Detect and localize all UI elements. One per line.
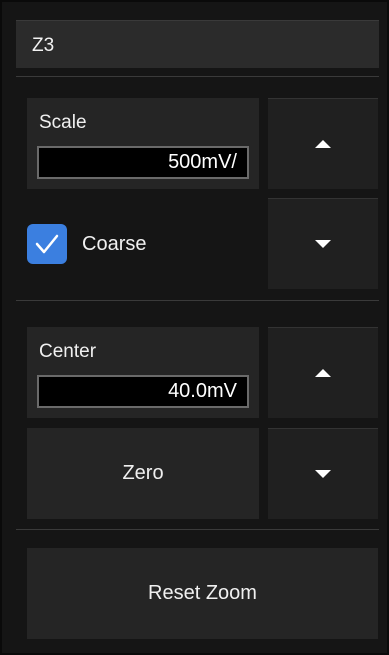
center-value-field[interactable]: 40.0mV [37,375,249,408]
center-divider [16,529,379,530]
triangle-down-icon [315,470,331,478]
scale-up-button[interactable] [268,98,378,189]
panel-title: Z3 [32,35,55,56]
scale-value-field[interactable]: 500mV/ [37,146,249,179]
zero-button[interactable]: Zero [27,428,259,519]
center-down-button[interactable] [268,428,378,519]
center-group: Center 40.0mV [27,327,259,418]
triangle-up-icon [315,140,331,148]
header-divider [16,76,379,77]
scale-label: Scale [39,112,87,133]
zoom-settings-panel: Z3 Scale 500mV/ Coarse Center 40.0mV Zer… [0,0,389,655]
reset-zoom-button[interactable]: Reset Zoom [27,548,378,639]
triangle-up-icon [315,369,331,377]
scale-divider [16,300,379,301]
scale-down-button[interactable] [268,198,378,289]
center-up-button[interactable] [268,327,378,418]
triangle-down-icon [315,240,331,248]
center-label: Center [39,341,97,362]
coarse-label[interactable]: Coarse [82,233,146,256]
panel-header: Z3 [16,20,379,68]
scale-group: Scale 500mV/ [27,98,259,189]
coarse-checkbox[interactable] [27,224,67,264]
checkmark-icon [35,234,59,254]
